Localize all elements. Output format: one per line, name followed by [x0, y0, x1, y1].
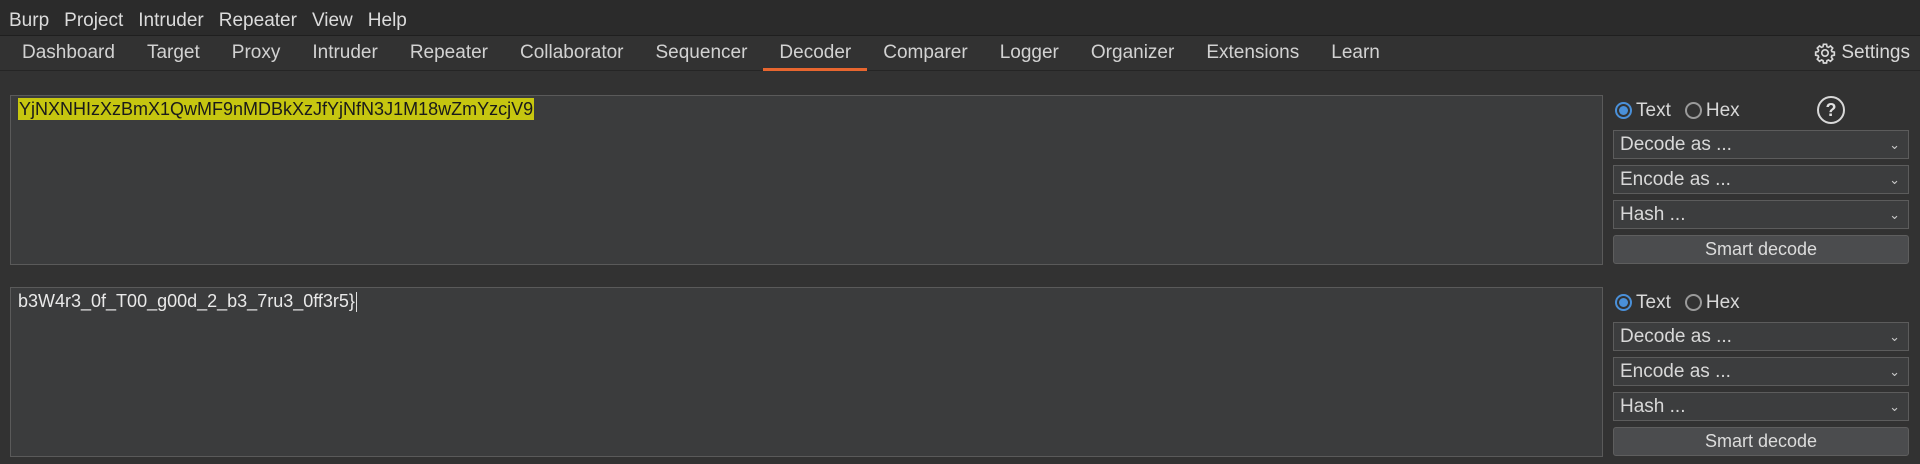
help-icon[interactable]: ?: [1817, 96, 1845, 124]
hex-radio-1[interactable]: [1684, 102, 1702, 119]
hash-dropdown-2[interactable]: Hash ... ⌄: [1613, 392, 1909, 421]
menu-view[interactable]: View: [312, 10, 353, 32]
decoder-panel-2: b3W4r3_0f_T00_g00d_2_b3_7ru3_0ff3r5} Tex…: [0, 287, 1920, 459]
encode-as-dropdown-2[interactable]: Encode as ... ⌄: [1613, 357, 1909, 386]
decoder-controls-1: Text Hex ? Decode as ... ⌄ Encode as ...…: [1613, 95, 1909, 264]
smart-decode-button-2[interactable]: Smart decode: [1613, 427, 1909, 456]
menu-burp[interactable]: Burp: [9, 10, 49, 32]
encode-as-dropdown-1[interactable]: Encode as ... ⌄: [1613, 165, 1909, 194]
menu-repeater[interactable]: Repeater: [219, 10, 297, 32]
chevron-down-icon: ⌄: [1889, 363, 1900, 379]
tab-collaborator[interactable]: Collaborator: [504, 36, 640, 70]
hash-label-1: Hash ...: [1620, 203, 1686, 225]
menu-project[interactable]: Project: [64, 10, 123, 32]
hex-radio-2[interactable]: [1684, 294, 1702, 311]
encode-as-label-2: Encode as ...: [1620, 360, 1731, 382]
hex-radio-label-2: Hex: [1705, 291, 1740, 313]
tool-tab-bar: Dashboard Target Proxy Intruder Repeater…: [0, 36, 1920, 71]
chevron-down-icon: ⌄: [1889, 328, 1900, 344]
decode-as-dropdown-1[interactable]: Decode as ... ⌄: [1613, 130, 1909, 159]
menu-bar: Burp Project Intruder Repeater View Help: [0, 6, 1920, 36]
text-caret: [355, 292, 357, 313]
selected-text: YjNXNHIzXzBmX1QwMF9nMDBkXzJfYjNfN3J1M18w…: [18, 98, 535, 120]
chevron-down-icon: ⌄: [1889, 136, 1900, 152]
decode-as-label-2: Decode as ...: [1620, 325, 1732, 347]
tab-repeater[interactable]: Repeater: [394, 36, 504, 70]
chevron-down-icon: ⌄: [1889, 398, 1900, 414]
decode-as-label-1: Decode as ...: [1620, 133, 1732, 155]
text-radio-2[interactable]: [1615, 294, 1632, 311]
tab-proxy[interactable]: Proxy: [216, 36, 297, 70]
tab-target[interactable]: Target: [131, 36, 216, 70]
tab-intruder[interactable]: Intruder: [296, 36, 393, 70]
tab-learn[interactable]: Learn: [1315, 36, 1396, 70]
text-radio-1[interactable]: [1615, 102, 1632, 119]
format-radio-group-1: Text Hex ?: [1613, 95, 1909, 126]
menu-intruder[interactable]: Intruder: [138, 10, 203, 32]
decode-as-dropdown-2[interactable]: Decode as ... ⌄: [1613, 322, 1909, 351]
menu-help[interactable]: Help: [368, 10, 407, 32]
chevron-down-icon: ⌄: [1889, 206, 1900, 222]
tab-sequencer[interactable]: Sequencer: [640, 36, 764, 70]
settings-button[interactable]: Settings: [1814, 36, 1910, 70]
chevron-down-icon: ⌄: [1889, 171, 1900, 187]
text-radio-label-2: Text: [1636, 291, 1671, 313]
tab-logger[interactable]: Logger: [984, 36, 1075, 70]
smart-decode-button-1[interactable]: Smart decode: [1613, 235, 1909, 264]
tab-comparer[interactable]: Comparer: [867, 36, 983, 70]
gear-icon: [1815, 43, 1836, 64]
decoder-workspace: YjNXNHIzXzBmX1QwMF9nMDBkXzJfYjNfN3J1M18w…: [0, 71, 1920, 464]
hex-radio-label-1: Hex: [1705, 99, 1740, 121]
decoder-input-area-1[interactable]: YjNXNHIzXzBmX1QwMF9nMDBkXzJfYjNfN3J1M18w…: [10, 95, 1603, 265]
settings-label: Settings: [1841, 42, 1910, 63]
hash-dropdown-1[interactable]: Hash ... ⌄: [1613, 200, 1909, 229]
text-radio-label-1: Text: [1636, 99, 1671, 121]
encode-as-label-1: Encode as ...: [1620, 168, 1731, 190]
tab-dashboard[interactable]: Dashboard: [6, 36, 131, 70]
decoder-input-area-2[interactable]: b3W4r3_0f_T00_g00d_2_b3_7ru3_0ff3r5}: [10, 287, 1603, 457]
format-radio-group-2: Text Hex: [1613, 287, 1909, 318]
decoded-text: b3W4r3_0f_T00_g00d_2_b3_7ru3_0ff3r5}: [18, 291, 355, 311]
tab-extensions[interactable]: Extensions: [1190, 36, 1315, 70]
hash-label-2: Hash ...: [1620, 395, 1686, 417]
tab-organizer[interactable]: Organizer: [1075, 36, 1190, 70]
decoder-controls-2: Text Hex Decode as ... ⌄ Encode as ... ⌄…: [1613, 287, 1909, 456]
decoder-panel-1: YjNXNHIzXzBmX1QwMF9nMDBkXzJfYjNfN3J1M18w…: [0, 95, 1920, 267]
tab-decoder[interactable]: Decoder: [763, 36, 868, 71]
